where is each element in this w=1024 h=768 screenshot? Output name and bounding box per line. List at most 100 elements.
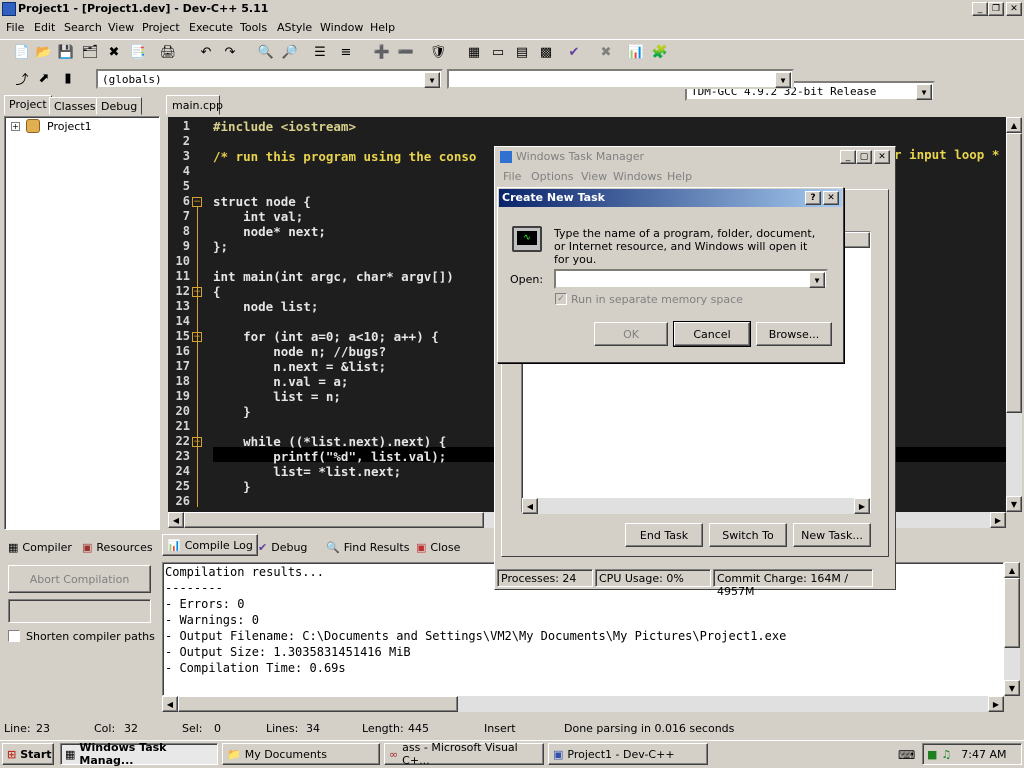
hscroll-thumb[interactable] [184,512,484,528]
scroll-down-icon[interactable]: ▼ [1004,680,1020,696]
open-input[interactable]: ▼ [554,269,828,289]
menu-search[interactable]: Search [64,21,102,34]
abort-compilation-button[interactable]: Abort Compilation [8,565,151,593]
expand-icon[interactable]: + [11,122,20,131]
app-list-hscrollbar[interactable]: ◀ ▶ [522,498,870,514]
bookmark-icon[interactable]: ⬈ [34,68,54,88]
delete-profile-icon[interactable]: 🧩 [650,42,670,62]
log-hscroll-thumb[interactable] [178,696,458,712]
volume-icon[interactable]: ♫ [941,748,951,761]
task-dev-cpp[interactable]: ▣ Project1 - Dev-C++ [548,743,708,765]
replace-icon[interactable]: 🔎 [280,42,300,62]
scroll-right-icon[interactable]: ▶ [988,696,1004,712]
log-horizontal-scrollbar[interactable]: ◀ ▶ [162,696,1004,712]
window-title-bar[interactable]: Project1 - [Project1.dev] - Dev-C++ 5.11… [0,0,1024,18]
chevron-down-icon[interactable]: ▼ [424,72,440,88]
tab-compile-log[interactable]: 📊 Compile Log [162,534,258,556]
tm-menu-options[interactable]: Options [531,170,573,183]
ok-button[interactable]: OK [594,322,668,346]
task-windows-task-manager[interactable]: ▦ Windows Task Manag... [60,741,218,767]
task-visual-cpp[interactable]: ∞ ass - Microsoft Visual C+... [384,741,544,767]
project-options-icon[interactable]: 🛡 [428,42,448,62]
unindent-icon[interactable]: ≡ [336,42,356,62]
log-scroll-thumb[interactable] [1004,578,1020,648]
maximize-button[interactable]: ❐ [988,2,1004,16]
check-syntax-icon[interactable]: ✔ [564,42,584,62]
tab-resources[interactable]: ▣ Resources [78,537,157,557]
undo-icon[interactable]: ↶ [196,42,216,62]
menu-project[interactable]: Project [142,21,180,34]
tm-menu-windows[interactable]: Windows [613,170,662,183]
goto-icon[interactable]: ⤴ [12,68,32,88]
tree-root-label[interactable]: Project1 [47,120,92,133]
close-button[interactable]: ✕ [1006,2,1022,16]
close-file-icon[interactable]: ✖ [104,42,124,62]
close-all-icon[interactable]: 📑 [128,42,148,62]
browse-button[interactable]: Browse... [756,322,832,346]
dialog-title-bar[interactable]: Create New Task ? ✕ [499,189,842,207]
remove-from-project-icon[interactable]: ➖ [396,42,416,62]
scope-select[interactable]: (globals) ▼ [96,69,443,89]
tm-menu-view[interactable]: View [581,170,607,183]
chevron-down-icon[interactable]: ▼ [809,272,825,288]
help-button[interactable]: ? [805,191,821,205]
scroll-up-icon[interactable]: ▲ [1004,562,1020,578]
create-new-task-dialog[interactable]: Create New Task ? ✕ ∿ Type the name of a… [497,187,844,363]
menu-window[interactable]: Window [320,21,363,34]
task-manager-title-bar[interactable]: Windows Task Manager _ ▢ ✕ [496,148,894,166]
toggle-bookmark-icon[interactable]: ▮ [58,68,78,88]
run-icon[interactable]: ▭ [488,42,508,62]
tab-project[interactable]: Project [4,95,52,115]
function-select[interactable]: ▼ [447,69,794,89]
chevron-down-icon[interactable]: ▼ [775,72,791,88]
scroll-thumb[interactable] [1006,133,1022,413]
tm-menu-file[interactable]: File [503,170,521,183]
network-icon[interactable]: ■ [927,748,937,761]
tab-main-cpp[interactable]: main.cpp [166,95,223,115]
log-vertical-scrollbar[interactable]: ▲ ▼ [1004,562,1020,696]
profile-chart-icon[interactable]: 📊 [626,42,646,62]
add-to-project-icon[interactable]: ➕ [372,42,392,62]
tab-classes[interactable]: Classes [49,97,101,115]
tab-debug[interactable]: ✔ Debug [254,537,311,557]
tab-close[interactable]: ▣ Close [412,537,464,557]
print-icon[interactable]: 🖨 [158,42,178,62]
compile-icon[interactable]: ▦ [464,42,484,62]
menu-edit[interactable]: Edit [34,21,55,34]
menu-help[interactable]: Help [370,21,395,34]
clock[interactable]: 7:47 AM [961,748,1006,761]
new-task-button[interactable]: New Task... [793,523,871,547]
dialog-close-button[interactable]: ✕ [823,191,839,205]
compile-run-icon[interactable]: ▤ [512,42,532,62]
run-separate-checkbox[interactable]: ✓ [555,293,567,305]
fold-toggle-icon[interactable]: − [192,197,202,207]
new-file-icon[interactable]: 📄 [12,42,32,62]
tm-minimize-button[interactable]: _ [840,150,856,164]
task-my-documents[interactable]: 📁 My Documents [222,743,380,765]
tab-compiler[interactable]: ▦ Compiler [4,537,76,557]
scroll-left-icon[interactable]: ◀ [162,696,178,712]
find-icon[interactable]: 🔍 [256,42,276,62]
tm-menu-help[interactable]: Help [667,170,692,183]
tab-debug-left[interactable]: Debug [96,97,143,115]
stop-icon[interactable]: ✖ [596,42,616,62]
keyboard-icon[interactable]: ⌨ [898,748,915,762]
shorten-paths-checkbox[interactable] [8,630,20,642]
rebuild-icon[interactable]: ▩ [536,42,556,62]
menu-view[interactable]: View [108,21,134,34]
project-tree[interactable]: + Project1 [4,116,160,530]
save-icon[interactable]: 💾 [56,42,76,62]
menu-file[interactable]: File [6,21,24,34]
tm-close-button[interactable]: ✕ [874,150,890,164]
switch-to-button[interactable]: Switch To [709,523,787,547]
save-all-icon[interactable]: 🗂 [80,42,100,62]
cancel-button[interactable]: Cancel [673,321,751,347]
menu-astyle[interactable]: AStyle [277,21,312,34]
minimize-button[interactable]: _ [972,2,988,16]
scroll-right-icon[interactable]: ▶ [854,498,870,514]
indent-icon[interactable]: ☰ [310,42,330,62]
redo-icon[interactable]: ↷ [220,42,240,62]
scroll-left-icon[interactable]: ◀ [168,512,184,528]
start-button[interactable]: ⊞ Start [2,743,54,765]
tab-find-results[interactable]: 🔍 Find Results [322,537,413,557]
